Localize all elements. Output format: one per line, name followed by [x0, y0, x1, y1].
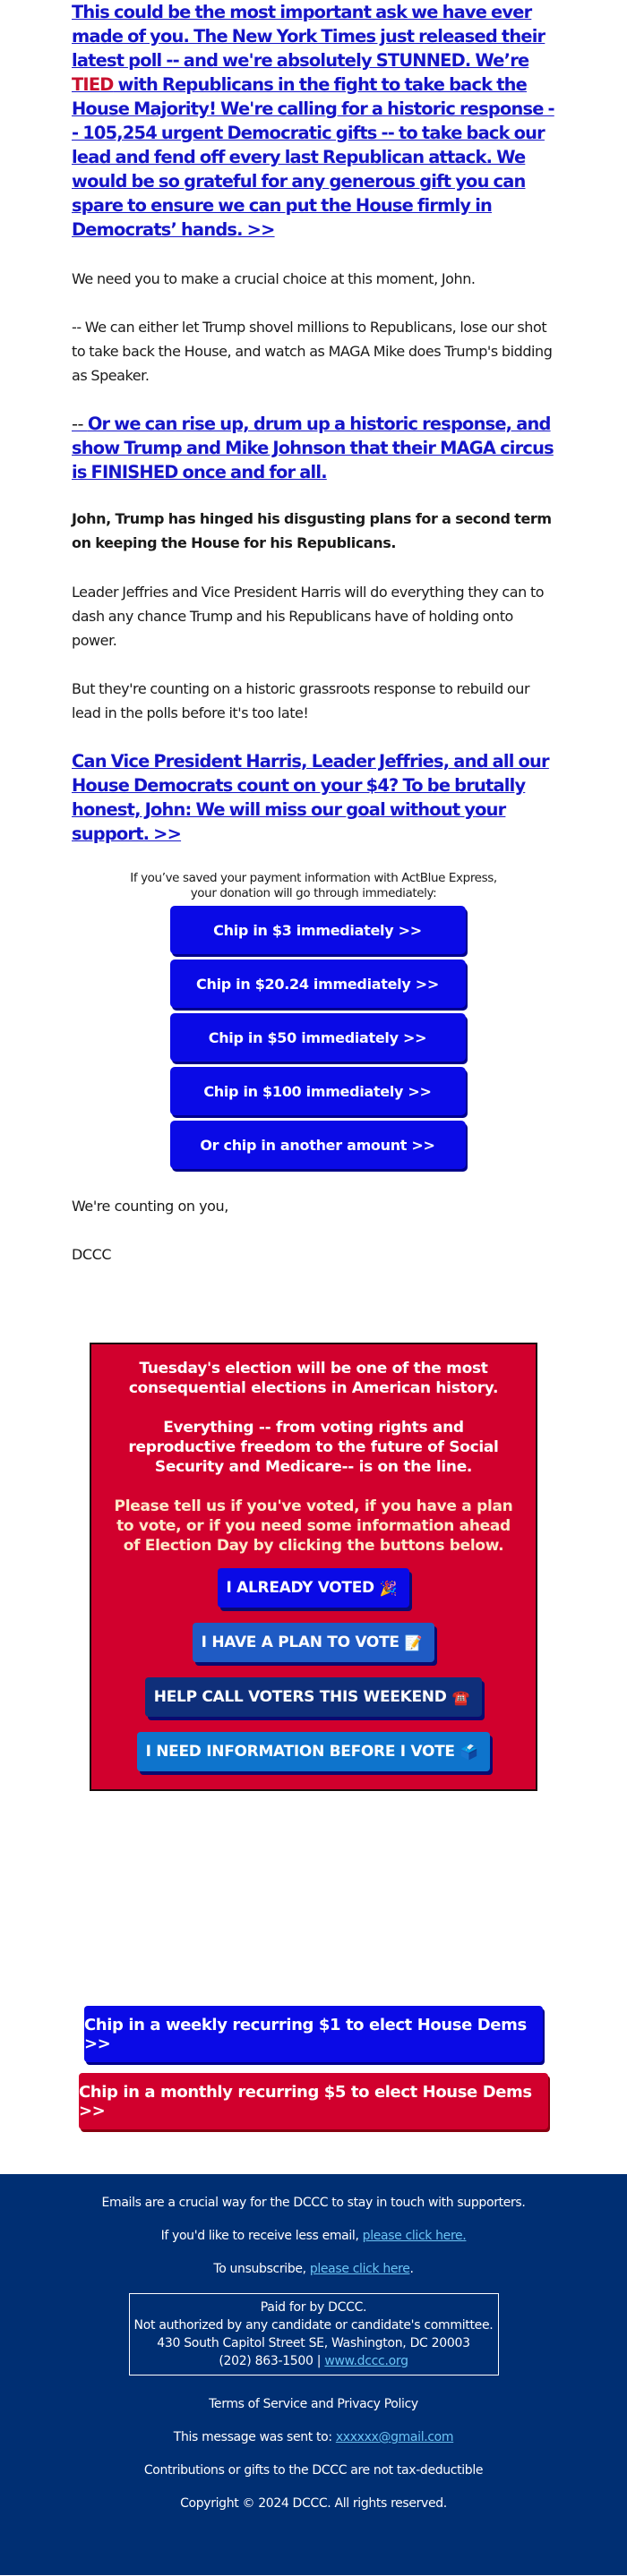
donate-3-button[interactable]: Chip in $3 immediately >> [169, 906, 466, 954]
need-info-label: I NEED INFORMATION BEFORE I VOTE [145, 1743, 455, 1761]
plan-to-vote-label: I HAVE A PLAN TO VOTE [201, 1633, 399, 1651]
vote-button-list: I ALREADY VOTED 🎉 I HAVE A PLAN TO VOTE … [107, 1568, 520, 1771]
cta-donate-link[interactable]: Can Vice President Harris, Leader Jeffri… [72, 749, 555, 846]
unsubscribe-suffix: . [409, 2262, 414, 2276]
vote-box-para2: Everything -- from voting rights and rep… [128, 1419, 499, 1476]
footer: Emails are a crucial way for the DCCC to… [0, 2174, 627, 2575]
intro-donate-link[interactable]: This could be the most important ask we … [72, 0, 555, 242]
rise-paragraph: -- Or we can rise up, drum up a historic… [72, 412, 555, 484]
plan-to-vote-button[interactable]: I HAVE A PLAN TO VOTE 📝 [192, 1623, 435, 1662]
donate-other-amount-button[interactable]: Or chip in another amount >> [169, 1121, 466, 1169]
emails-note: Emails are a crucial way for the DCCC to… [101, 2196, 526, 2210]
weekly-recurring-button[interactable]: Chip in a weekly recurring $1 to elect H… [84, 2006, 543, 2062]
unsubscribe-line: To unsubscribe, please click here. [0, 2260, 627, 2278]
memo-icon: 📝 [404, 1633, 423, 1651]
copyright: Copyright © 2024 DCCC. All rights reserv… [180, 2496, 447, 2511]
closing-line: We're counting on you, [72, 1198, 228, 1215]
donate-50-button[interactable]: Chip in $50 immediately >> [169, 1013, 466, 1062]
either-paragraph: -- We can either let Trump shovel millio… [72, 319, 553, 384]
already-voted-label: I ALREADY VOTED [226, 1579, 375, 1597]
express-note-line1: If you’ve saved your payment information… [130, 871, 497, 885]
sent-to-prefix: This message was sent to: [173, 2430, 336, 2444]
vote-box-para1: Tuesday's election will be one of the mo… [128, 1360, 499, 1397]
express-note-line2: your donation will go through immediatel… [190, 886, 437, 900]
need-info-button[interactable]: I NEED INFORMATION BEFORE I VOTE 🗳️ [136, 1732, 491, 1771]
tied-emphasis[interactable]: TIED [72, 74, 114, 95]
disclaimer-line1: Paid for by DCCC. [260, 2300, 367, 2315]
ballot-box-icon: 🗳️ [460, 1743, 478, 1761]
disclaimer-contact: (202) 863-1500 | www.dccc.org [130, 2352, 498, 2370]
terms-privacy-link[interactable]: Terms of Service and Privacy Policy [0, 2395, 627, 2413]
call-voters-label: HELP CALL VOTERS THIS WEEKEND [153, 1688, 447, 1706]
rise-prefix: -- [72, 414, 88, 434]
call-voters-button[interactable]: HELP CALL VOTERS THIS WEEKEND ☎️ [144, 1677, 483, 1717]
paid-for-disclaimer: Paid for by DCCC. Not authorized by any … [128, 2293, 499, 2376]
donate-button-list: Chip in $3 immediately >> Chip in $20.24… [72, 906, 555, 1169]
unsubscribe-link[interactable]: please click here [310, 2262, 410, 2276]
donate-20-24-button[interactable]: Chip in $20.24 immediately >> [169, 960, 466, 1008]
vote-status-box: Tuesday's election will be one of the mo… [90, 1343, 537, 1791]
counting-paragraph: But they're counting on a historic grass… [72, 680, 530, 721]
choice-paragraph: We need you to make a crucial choice at … [72, 270, 476, 287]
hinged-paragraph: John, Trump has hinged his disgusting pl… [72, 510, 552, 551]
email-body: This could be the most important ask we … [0, 0, 627, 1791]
recurring-donation-section: Chip in a weekly recurring $1 to elect H… [0, 2006, 627, 2174]
less-email-prefix: If you'd like to receive less email, [160, 2229, 363, 2243]
disclaimer-phone: (202) 863-1500 | [219, 2354, 325, 2368]
already-voted-button[interactable]: I ALREADY VOTED 🎉 [217, 1568, 410, 1608]
telephone-icon: ☎️ [451, 1688, 470, 1706]
donate-100-button[interactable]: Chip in $100 immediately >> [169, 1067, 466, 1115]
sent-to-line: This message was sent to: xxxxxx@gmail.c… [0, 2428, 627, 2446]
tax-note: Contributions or gifts to the DCCC are n… [143, 2463, 484, 2478]
signature: DCCC [72, 1246, 112, 1263]
disclaimer-line2: Not authorized by any candidate or candi… [133, 2318, 494, 2333]
disclaimer-address: 430 South Capitol Street SE, Washington,… [157, 2336, 470, 2350]
intro-link-part2[interactable]: with Republicans in the fight to take ba… [72, 74, 555, 240]
actblue-express-note: If you’ve saved your payment information… [72, 871, 555, 901]
recipient-email-link[interactable]: xxxxxx@gmail.com [336, 2430, 454, 2444]
vote-box-para3: Please tell us if you've voted, if you h… [114, 1497, 513, 1555]
website-link[interactable]: www.dccc.org [324, 2354, 408, 2368]
jeffries-paragraph: Leader Jeffries and Vice President Harri… [72, 584, 545, 649]
less-email-line: If you'd like to receive less email, ple… [0, 2227, 627, 2245]
rise-donate-link[interactable]: Or we can rise up, drum up a historic re… [72, 414, 554, 482]
intro-link-part1[interactable]: This could be the most important ask we … [72, 2, 545, 71]
monthly-recurring-button[interactable]: Chip in a monthly recurring $5 to elect … [79, 2073, 548, 2129]
party-popper-icon: 🎉 [379, 1579, 398, 1597]
less-email-link[interactable]: please click here. [363, 2229, 467, 2243]
unsubscribe-prefix: To unsubscribe, [213, 2262, 310, 2276]
